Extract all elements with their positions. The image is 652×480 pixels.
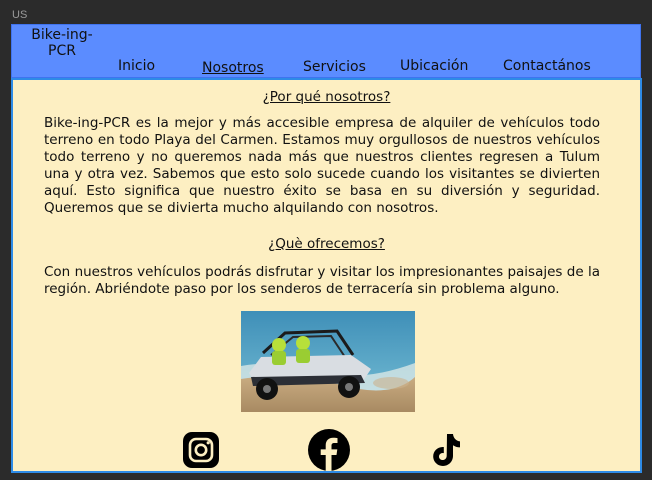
section-body-offer: Con nuestros vehículos podrás disfrutar … — [44, 264, 600, 297]
top-nav: Bike-ing- PCR Inicio Nosotros Servicios … — [11, 24, 641, 78]
tiktok-icon[interactable] — [425, 430, 465, 470]
nav-ubicacion[interactable]: Ubicación — [400, 58, 468, 74]
nav-nosotros[interactable]: Nosotros — [202, 60, 264, 76]
nav-inicio[interactable]: Inicio — [118, 58, 155, 74]
atv-photo-illustration — [241, 311, 415, 412]
brand-logo[interactable]: Bike-ing- PCR — [12, 27, 112, 59]
nav-contactanos[interactable]: Contactános — [503, 58, 591, 74]
section-title-offer: ¿Què ofrecemos? — [268, 236, 385, 252]
content-panel: ¿Por qué nosotros? Bike-ing-PCR es la me… — [11, 78, 642, 473]
frame-label: US — [12, 9, 28, 21]
nav-servicios[interactable]: Servicios — [303, 59, 366, 75]
section-body-why-us: Bike-ing-PCR es la mejor y más accesible… — [44, 115, 600, 216]
facebook-icon[interactable] — [307, 428, 351, 471]
instagram-icon[interactable] — [181, 430, 221, 470]
atv-photo — [241, 311, 415, 412]
section-title-why-us: ¿Por qué nosotros? — [262, 89, 391, 105]
